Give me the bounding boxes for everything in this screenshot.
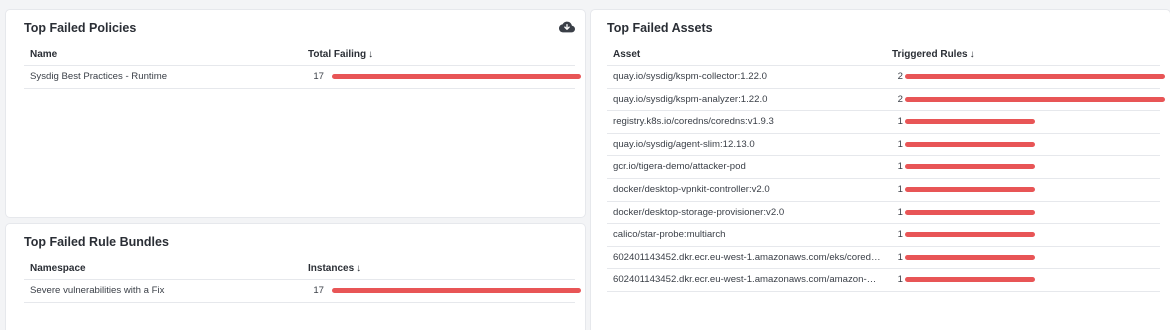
count-bar — [905, 96, 1165, 102]
row-name: gcr.io/tigera-demo/attacker-pod — [613, 161, 746, 173]
panel-title: Top Failed Policies — [24, 21, 137, 35]
column-header-name[interactable]: Name — [30, 49, 57, 60]
table-header: Name Total Failing ↓ — [24, 46, 575, 66]
top-failed-rule-bundles-panel: Top Failed Rule Bundles Namespace Instan… — [6, 224, 585, 330]
row-name: docker/desktop-vpnkit-controller:v2.0 — [613, 183, 770, 195]
row-name: Severe vulnerabilities with a Fix — [30, 285, 165, 296]
table-row[interactable]: docker/desktop-vpnkit-controller:v2.0 1 — [607, 179, 1160, 202]
count-bar — [905, 277, 1035, 283]
table-row[interactable]: registry.k8s.io/coredns/coredns:v1.9.3 1 — [607, 111, 1160, 134]
panel-title: Top Failed Rule Bundles — [24, 235, 169, 249]
policies-table: Name Total Failing ↓ Sysdig Best Practice… — [24, 46, 581, 89]
column-header-label: Total Failing — [308, 49, 367, 60]
table-row[interactable]: quay.io/sysdig/agent-slim:12.13.0 1 — [607, 134, 1160, 157]
count-bar — [905, 119, 1035, 125]
row-name: 602401143452.dkr.ecr.eu-west-1.amazonaws… — [613, 251, 881, 263]
row-count: 2 — [897, 93, 903, 105]
table-row[interactable]: quay.io/sysdig/kspm-analyzer:1.22.0 2 — [607, 89, 1165, 112]
table-row[interactable]: Severe vulnerabilities with a Fix 17 — [24, 280, 581, 303]
count-bar — [905, 186, 1035, 192]
row-count: 1 — [897, 138, 903, 150]
sort-arrow-icon: ↓ — [368, 49, 374, 60]
row-name: registry.k8s.io/coredns/coredns:v1.9.3 — [613, 116, 774, 128]
count-bar — [905, 209, 1035, 215]
count-bar — [332, 74, 581, 79]
column-header-label: Instances — [308, 263, 355, 274]
column-header-triggered-rules[interactable]: Triggered Rules ↓ — [892, 49, 975, 60]
table-body: quay.io/sysdig/kspm-collector:1.22.0 2 qua… — [607, 66, 1165, 292]
row-count: 1 — [897, 251, 903, 263]
row-name: docker/desktop-storage-provisioner:v2.0 — [613, 206, 785, 218]
sort-arrow-icon: ↓ — [356, 263, 362, 274]
table-row[interactable]: Sysdig Best Practices - Runtime 17 — [24, 66, 581, 89]
row-count: 1 — [897, 229, 903, 241]
row-name: quay.io/sysdig/kspm-analyzer:1.22.0 — [613, 93, 768, 105]
top-failed-policies-panel: Top Failed Policies Name Total Failing ↓ … — [6, 10, 585, 217]
row-name: calico/star-probe:multiarch — [613, 229, 726, 241]
table-row[interactable]: calico/star-probe:multiarch 1 — [607, 224, 1160, 247]
column-header-namespace[interactable]: Namespace — [30, 263, 86, 274]
row-count: 1 — [897, 116, 903, 128]
count-bar — [905, 141, 1035, 147]
column-header-asset[interactable]: Asset — [613, 49, 640, 60]
table-header: Namespace Instances ↓ — [24, 260, 575, 280]
row-count: 1 — [897, 274, 903, 286]
row-count: 1 — [897, 183, 903, 195]
panel-title: Top Failed Assets — [607, 21, 713, 35]
count-bar — [905, 254, 1035, 260]
row-name: quay.io/sysdig/kspm-collector:1.22.0 — [613, 71, 767, 82]
bundles-table: Namespace Instances ↓ Severe vulnerabilit… — [24, 260, 581, 303]
sort-arrow-icon: ↓ — [969, 49, 975, 60]
table-row[interactable]: 602401143452.dkr.ecr.eu-west-1.amazonaws… — [607, 247, 1160, 270]
row-name: quay.io/sysdig/agent-slim:12.13.0 — [613, 138, 755, 150]
column-header-label: Triggered Rules — [892, 49, 968, 60]
table-body: Severe vulnerabilities with a Fix 17 — [24, 280, 581, 303]
row-count: 17 — [313, 71, 324, 82]
table-body: Sysdig Best Practices - Runtime 17 — [24, 66, 581, 89]
row-count: 1 — [897, 206, 903, 218]
row-count: 1 — [897, 161, 903, 173]
table-header: Asset Triggered Rules ↓ — [607, 46, 1160, 66]
count-bar — [905, 164, 1035, 170]
table-row[interactable]: docker/desktop-storage-provisioner:v2.0 1 — [607, 202, 1160, 225]
count-bar — [905, 232, 1035, 238]
assets-table: Asset Triggered Rules ↓ quay.io/sysdig/ks… — [607, 46, 1165, 292]
column-header-instances[interactable]: Instances ↓ — [308, 263, 361, 274]
row-count: 17 — [313, 285, 324, 296]
column-header-total-failing[interactable]: Total Failing ↓ — [308, 49, 373, 60]
count-bar — [332, 288, 581, 293]
row-count: 2 — [897, 71, 903, 82]
top-failed-assets-panel: Top Failed Assets Asset Triggered Rules ↓… — [591, 10, 1170, 330]
row-name: 602401143452.dkr.ecr.eu-west-1.amazonaws… — [613, 274, 881, 286]
count-bar — [905, 74, 1165, 79]
table-row[interactable]: gcr.io/tigera-demo/attacker-pod 1 — [607, 156, 1160, 179]
table-row[interactable]: 602401143452.dkr.ecr.eu-west-1.amazonaws… — [607, 269, 1160, 292]
cloud-download-icon[interactable] — [559, 20, 575, 34]
table-row[interactable]: quay.io/sysdig/kspm-collector:1.22.0 2 — [607, 66, 1165, 89]
row-name: Sysdig Best Practices - Runtime — [30, 71, 168, 82]
